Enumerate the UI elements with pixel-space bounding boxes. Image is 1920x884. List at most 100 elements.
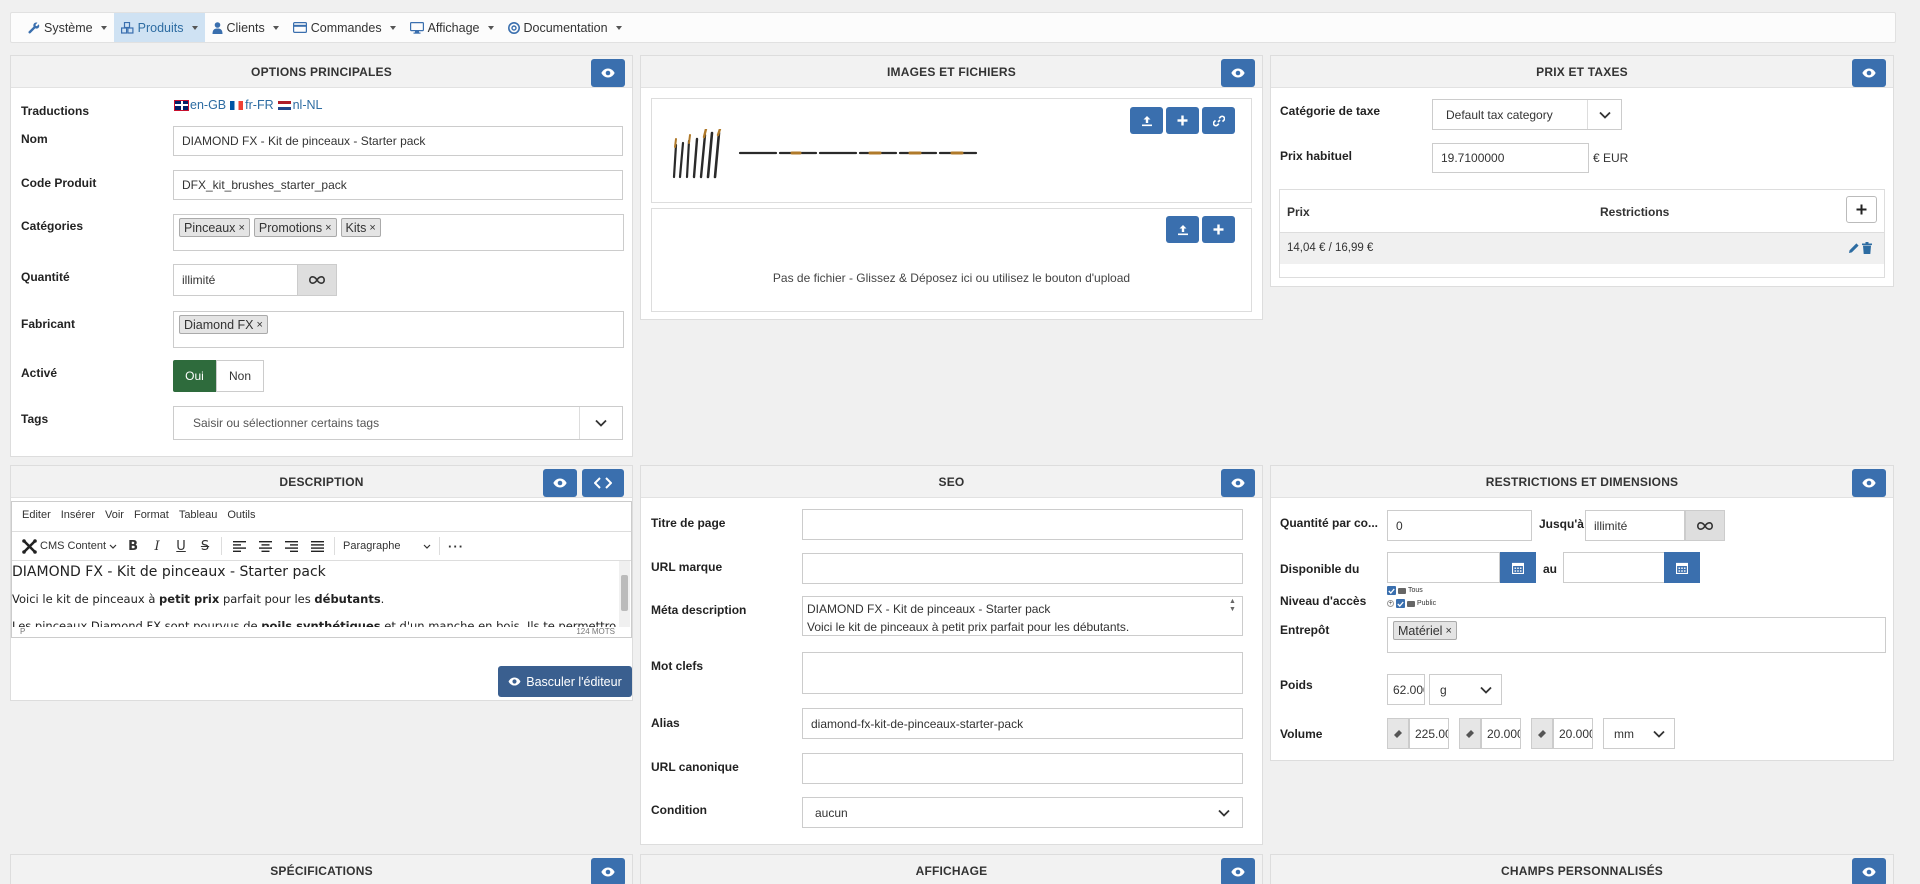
tags-dropdown-button[interactable] <box>579 407 621 439</box>
toggle-editor-button[interactable]: Basculer l'éditeur <box>498 666 632 697</box>
meta-description-textarea[interactable]: DIAMOND FX - Kit de pinceaux - Starter p… <box>802 596 1243 636</box>
eye-toggle-button[interactable] <box>1852 858 1886 884</box>
editor-menu-editer[interactable]: Editer <box>22 509 51 521</box>
available-from-input[interactable] <box>1387 552 1500 583</box>
height-lock-button[interactable] <box>1531 718 1553 749</box>
menu-systeme[interactable]: Système <box>21 13 114 42</box>
code-view-button[interactable] <box>582 469 624 497</box>
condition-dropdown-button[interactable] <box>1206 798 1242 827</box>
calendar-from-button[interactable] <box>1500 552 1536 583</box>
menu-commandes[interactable]: Commandes <box>286 13 403 42</box>
strikethrough-icon[interactable]: S <box>193 539 217 554</box>
more-options-icon[interactable]: ··· <box>444 539 468 554</box>
editor-scrollbar[interactable] <box>619 561 630 627</box>
quantity-input[interactable]: illimité <box>173 264 299 296</box>
weight-input[interactable]: 62.000 <box>1387 674 1425 705</box>
until-label: Jusqu'à <box>1539 517 1584 531</box>
code-input[interactable]: DFX_kit_brushes_starter_pack <box>173 170 623 200</box>
eye-toggle-button[interactable] <box>1852 59 1886 87</box>
warehouse-select[interactable]: Matériel × <box>1387 617 1886 653</box>
cms-content-button[interactable]: CMS Content <box>18 535 121 557</box>
underline-icon[interactable]: U <box>169 539 193 554</box>
eye-toggle-button[interactable] <box>1221 469 1255 497</box>
lang-nl-nl-link[interactable]: nl-NL <box>277 98 322 112</box>
product-image-brushes[interactable] <box>670 127 990 182</box>
italic-icon[interactable]: I <box>145 539 169 554</box>
files-dropzone[interactable]: Pas de fichier - Glissez & Déposez ici o… <box>651 208 1252 312</box>
until-input[interactable]: illimité <box>1585 510 1685 541</box>
alias-input[interactable]: diamond-fx-kit-de-pinceaux-starter-pack <box>802 708 1243 739</box>
width-lock-button[interactable] <box>1459 718 1481 749</box>
upload-image-button[interactable] <box>1130 107 1163 134</box>
add-price-button[interactable] <box>1846 196 1877 223</box>
manufacturer-select[interactable]: Diamond FX × <box>173 311 624 348</box>
eye-toggle-button[interactable] <box>591 858 625 884</box>
canonical-url-input[interactable] <box>802 753 1243 784</box>
align-center-icon[interactable] <box>252 540 278 552</box>
active-yes-button[interactable]: Oui <box>173 360 216 392</box>
volume-unit-dropdown-button[interactable] <box>1644 719 1674 748</box>
menu-documentation[interactable]: Documentation <box>501 13 629 42</box>
expand-node-icon[interactable]: + <box>1387 600 1394 607</box>
editor-menu-voir[interactable]: Voir <box>105 509 124 521</box>
editor-content[interactable]: DIAMOND FX - Kit de pinceaux - Starter p… <box>12 561 617 627</box>
edit-price-icon[interactable] <box>1848 242 1860 257</box>
editor-menu-format[interactable]: Format <box>134 509 169 521</box>
unlimited-toggle-button[interactable] <box>297 264 337 296</box>
eye-toggle-button[interactable] <box>1221 858 1255 884</box>
condition-select[interactable]: aucun <box>802 797 1243 828</box>
remove-chip-icon[interactable]: × <box>256 319 262 331</box>
align-justify-icon[interactable] <box>304 540 330 552</box>
calendar-to-button[interactable] <box>1664 552 1700 583</box>
keywords-textarea[interactable] <box>802 652 1243 694</box>
weight-unit-dropdown-button[interactable] <box>1471 675 1501 704</box>
unlimited-toggle-button[interactable] <box>1685 510 1725 541</box>
categories-select[interactable]: Pinceaux × Promotions × Kits × <box>173 214 624 251</box>
eye-toggle-button[interactable] <box>1852 469 1886 497</box>
spinner-arrows-icon[interactable]: ▲ ▼ <box>1229 598 1236 614</box>
remove-chip-icon[interactable]: × <box>1445 625 1451 637</box>
checkbox-checked[interactable] <box>1387 586 1396 595</box>
menu-clients[interactable]: Clients <box>205 13 286 42</box>
regular-price-input[interactable]: 19.7100000 <box>1432 143 1589 173</box>
link-image-button[interactable] <box>1202 107 1235 134</box>
menu-affichage[interactable]: Affichage <box>403 13 501 42</box>
upload-file-button[interactable] <box>1166 216 1199 243</box>
align-right-icon[interactable] <box>278 540 304 552</box>
lang-fr-fr-link[interactable]: fr-FR <box>230 98 274 112</box>
checkbox-checked[interactable] <box>1396 599 1405 608</box>
qty-per-order-input[interactable]: 0 <box>1387 510 1532 541</box>
images-dropzone[interactable] <box>651 98 1252 203</box>
page-title-input[interactable] <box>802 509 1243 540</box>
remove-chip-icon[interactable]: × <box>238 222 244 234</box>
url-brand-input[interactable] <box>802 553 1243 584</box>
editor-menu-inserer[interactable]: Insérer <box>61 509 95 521</box>
remove-chip-icon[interactable]: × <box>325 222 331 234</box>
eye-toggle-button[interactable] <box>1221 59 1255 87</box>
tags-input[interactable]: Saisir ou sélectionner certains tags <box>173 406 623 440</box>
name-input[interactable]: DIAMOND FX - Kit de pinceaux - Starter p… <box>173 126 623 156</box>
panel-images-fichiers: IMAGES ET FICHIERS Pas de fichier - Glis… <box>640 55 1263 320</box>
eye-toggle-button[interactable] <box>543 469 577 497</box>
delete-price-icon[interactable] <box>1862 242 1872 257</box>
volume-length-input[interactable]: 225.00 <box>1409 718 1449 749</box>
menu-produits[interactable]: Produits <box>113 13 205 42</box>
remove-chip-icon[interactable]: × <box>369 222 375 234</box>
volume-height-input[interactable]: 20.000 <box>1553 718 1593 749</box>
editor-menu-outils[interactable]: Outils <box>227 509 255 521</box>
eye-toggle-button[interactable] <box>591 59 625 87</box>
editor-statusbar: P 124 MOTS <box>12 627 631 637</box>
editor-menu-tableau[interactable]: Tableau <box>179 509 218 521</box>
align-left-icon[interactable] <box>226 540 252 552</box>
volume-width-input[interactable]: 20.000 <box>1481 718 1521 749</box>
scrollbar-thumb[interactable] <box>621 575 628 611</box>
available-to-input[interactable] <box>1563 552 1673 583</box>
lang-en-gb-link[interactable]: en-GB <box>174 98 226 112</box>
length-lock-button[interactable] <box>1387 718 1409 749</box>
block-format-select[interactable]: Paragraphe <box>339 535 435 557</box>
add-image-button[interactable] <box>1166 107 1199 134</box>
bold-icon[interactable]: B <box>121 539 145 554</box>
tax-category-dropdown-button[interactable] <box>1587 100 1621 129</box>
active-no-button[interactable]: Non <box>216 360 264 392</box>
add-file-button[interactable] <box>1202 216 1235 243</box>
